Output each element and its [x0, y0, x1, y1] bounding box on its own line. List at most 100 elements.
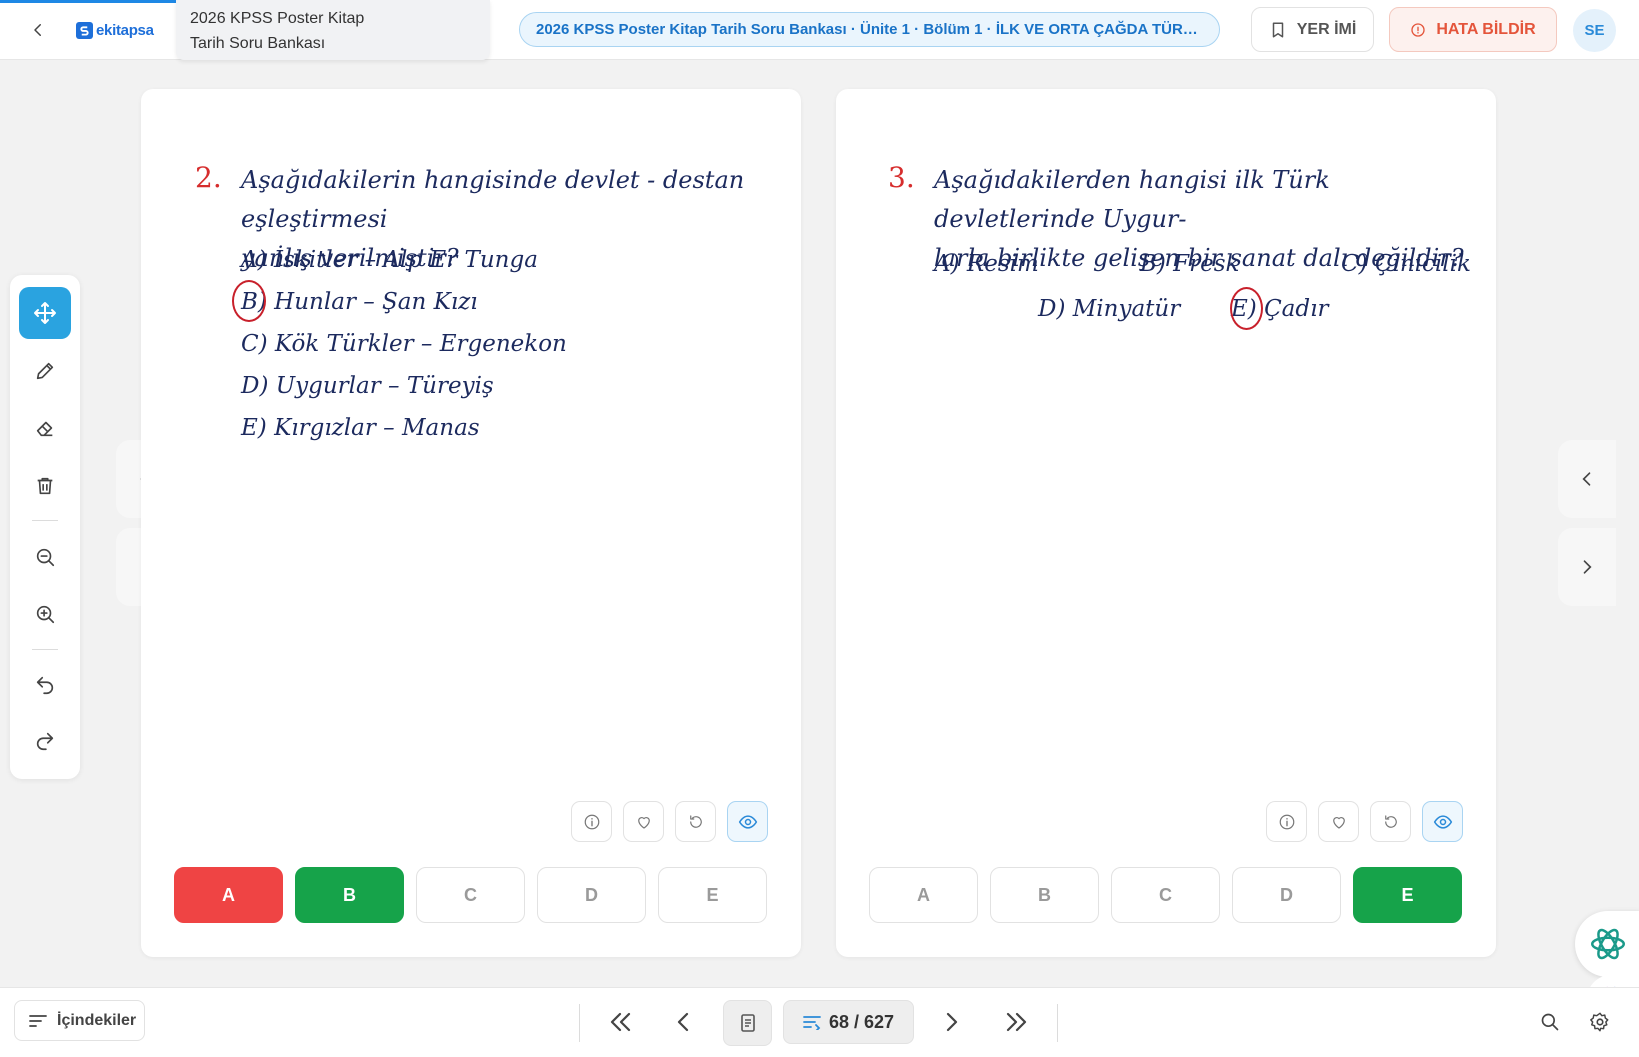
toolbar-divider: [32, 649, 58, 650]
show-answer-button[interactable]: [727, 801, 768, 842]
previous-page-button[interactable]: [660, 999, 708, 1045]
bookmark-icon: [1272, 22, 1283, 37]
eraser-tool-button[interactable]: [19, 402, 71, 454]
answer-a-button[interactable]: A: [174, 867, 283, 923]
answer-b-button[interactable]: B: [990, 867, 1099, 923]
delete-tool-button[interactable]: [19, 460, 71, 512]
right-page-prev-arrow[interactable]: [1558, 440, 1616, 518]
search-button[interactable]: [1530, 1002, 1570, 1042]
show-answer-button[interactable]: [1422, 801, 1463, 842]
next-page-button[interactable]: [927, 999, 975, 1045]
report-error-label: HATA BİLDİR: [1436, 20, 1536, 38]
table-of-contents-button[interactable]: İçindekiler: [14, 1000, 145, 1041]
double-chevron-right-icon: [1006, 1012, 1027, 1032]
first-page-button[interactable]: [596, 999, 644, 1045]
favorite-button[interactable]: [1318, 801, 1359, 842]
info-circle-icon: [1411, 22, 1426, 37]
user-avatar[interactable]: SE: [1573, 9, 1616, 52]
answer-d-button[interactable]: D: [537, 867, 646, 923]
question-card-right: 3. Aşağıdakilerden hangisi ilk Türk devl…: [836, 89, 1496, 957]
double-chevron-left-icon: [610, 1012, 631, 1032]
answer-circle-mark: [232, 280, 266, 322]
zoom-out-button[interactable]: [19, 531, 71, 583]
back-button[interactable]: [22, 14, 54, 46]
pencil-icon: [36, 362, 54, 380]
question-number: 2.: [195, 161, 222, 194]
page-counter[interactable]: 68 / 627: [783, 1000, 914, 1044]
answer-c-button[interactable]: C: [1111, 867, 1220, 923]
answer-buttons: A B C D E: [174, 867, 767, 923]
redo-icon: [36, 732, 54, 751]
nav-divider: [579, 1004, 580, 1042]
eye-icon: [1433, 814, 1452, 829]
page-list-icon: [803, 1016, 821, 1030]
gear-icon: [1590, 1012, 1609, 1032]
answer-c-button[interactable]: C: [416, 867, 525, 923]
book-title-line1: 2026 KPSS Poster Kitap: [190, 10, 365, 27]
reset-button[interactable]: [675, 801, 716, 842]
info-icon: [584, 814, 599, 829]
answer-e-button[interactable]: E: [1353, 867, 1462, 923]
logo-text: ekitapsa: [96, 21, 154, 39]
option-a: A) Resim: [934, 251, 1039, 277]
search-icon: [1541, 1013, 1559, 1031]
top-header: ekitapsa 2026 KPSS Poster Kitap Tarih So…: [0, 0, 1639, 60]
breadcrumb[interactable]: 2026 KPSS Poster Kitap Tarih Soru Bankas…: [519, 12, 1220, 47]
page-view-button[interactable]: [723, 1000, 772, 1046]
reset-button[interactable]: [1370, 801, 1411, 842]
answer-b-button[interactable]: B: [295, 867, 404, 923]
undo-button[interactable]: [19, 659, 71, 711]
question-line: Aşağıdakilerden hangisi ilk Türk devletl…: [934, 166, 1330, 233]
zoom-out-icon: [36, 548, 55, 567]
settings-button[interactable]: [1580, 1002, 1620, 1042]
question-card-left: 2. Aşağıdakilerin hangisinde devlet - de…: [141, 89, 801, 957]
option-a: A) İskitler – Alp Er Tunga: [241, 247, 538, 273]
option-e: E) Kırgızlar – Manas: [241, 415, 480, 441]
info-icon: [1279, 814, 1294, 829]
header-accent-bar: [0, 0, 176, 3]
question-actions: [1266, 801, 1463, 842]
question-number: 3.: [888, 161, 915, 194]
eye-icon: [738, 814, 757, 829]
chevron-left-icon: [677, 1012, 689, 1032]
toc-label: İçindekiler: [57, 1011, 137, 1029]
last-page-button[interactable]: [993, 999, 1041, 1045]
undo-icon: [36, 676, 54, 695]
ai-assistant-button[interactable]: [1575, 911, 1639, 977]
heart-icon: [1332, 816, 1345, 829]
toolbar-divider: [32, 520, 58, 521]
book-title-line2: Tarih Soru Bankası: [190, 35, 326, 52]
ai-knot-icon: [1590, 928, 1626, 960]
answer-d-button[interactable]: D: [1232, 867, 1341, 923]
move-icon: [34, 302, 56, 324]
redo-button[interactable]: [19, 715, 71, 767]
right-page-next-arrow[interactable]: [1558, 528, 1616, 606]
book-title[interactable]: 2026 KPSS Poster Kitap Tarih Soru Bankas…: [176, 0, 490, 60]
option-d: D) Minyatür: [1038, 296, 1181, 322]
option-c: C) Çinicilik: [1341, 251, 1471, 277]
chevron-right-icon: [1583, 560, 1592, 574]
zoom-in-button[interactable]: [19, 588, 71, 640]
bookmark-label: YER İMİ: [1296, 20, 1357, 38]
document-icon: [740, 1014, 755, 1032]
reset-icon: [1384, 814, 1397, 828]
bookmark-button[interactable]: YER İMİ: [1251, 7, 1374, 52]
reset-icon: [689, 814, 702, 828]
favorite-button[interactable]: [623, 801, 664, 842]
answer-buttons: A B C D E: [869, 867, 1462, 923]
chevron-left-icon: [1582, 472, 1591, 486]
move-tool-button[interactable]: [19, 287, 71, 339]
drawing-toolbar: [10, 275, 80, 779]
zoom-in-icon: [36, 605, 55, 624]
chevron-left-icon: [34, 24, 41, 36]
answer-a-button[interactable]: A: [869, 867, 978, 923]
report-error-button[interactable]: HATA BİLDİR: [1389, 7, 1557, 52]
option-c: C) Kök Türkler – Ergenekon: [241, 331, 567, 357]
option-d: D) Uygurlar – Türeyiş: [241, 373, 494, 399]
info-button[interactable]: [1266, 801, 1307, 842]
answer-e-button[interactable]: E: [658, 867, 767, 923]
nav-divider: [1057, 1004, 1058, 1042]
info-button[interactable]: [571, 801, 612, 842]
pencil-tool-button[interactable]: [19, 345, 71, 397]
ekitapsa-logo[interactable]: ekitapsa: [76, 19, 154, 41]
